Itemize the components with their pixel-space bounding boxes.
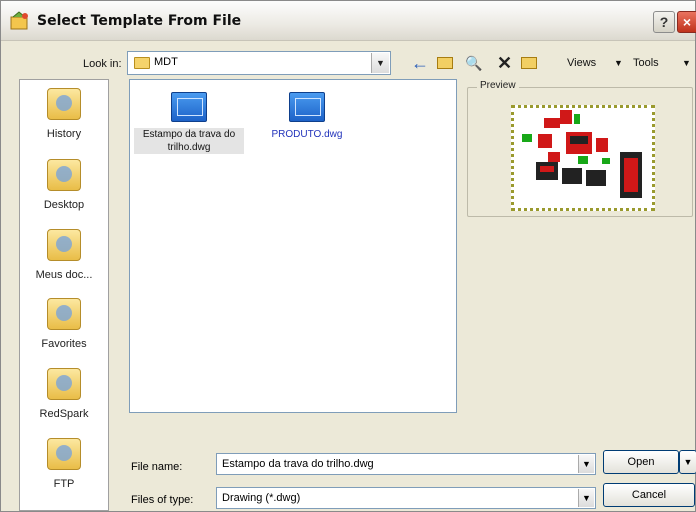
open-button[interactable]: Open xyxy=(603,450,679,474)
file-name-combo[interactable]: Estampo da trava do trilho.dwg ▼ xyxy=(216,453,596,475)
history-icon xyxy=(47,88,81,120)
look-in-dropdown[interactable]: MDT ▼ xyxy=(127,51,391,75)
search-web-icon[interactable]: 🔍 xyxy=(465,54,482,72)
close-button[interactable]: × xyxy=(677,11,696,33)
dialog-title: Select Template From File xyxy=(37,13,242,29)
title-bar: Select Template From File ? × xyxy=(1,1,696,41)
place-desktop[interactable]: Desktop xyxy=(20,159,108,211)
file-list[interactable]: Estampo da trava do trilho.dwg PRODUTO.d… xyxy=(129,79,457,413)
drawing-preview-image xyxy=(522,110,642,198)
views-dropdown-icon[interactable]: ▼ xyxy=(614,54,623,72)
views-menu[interactable]: Views xyxy=(567,54,596,72)
files-of-type-value: Drawing (*.dwg) xyxy=(222,492,301,504)
places-bar: History Desktop Meus doc... Favorites Re… xyxy=(19,79,109,511)
preview-label: Preview xyxy=(477,80,519,91)
file-name: PRODUTO.dwg xyxy=(271,129,343,140)
place-label: Meus doc... xyxy=(35,269,93,281)
chevron-down-icon[interactable]: ▼ xyxy=(578,455,594,473)
file-name: Estampo da trava do trilho.dwg xyxy=(134,128,244,154)
tools-dropdown-icon[interactable]: ▼ xyxy=(682,54,691,72)
template-app-icon xyxy=(10,11,28,30)
select-template-dialog: Select Template From File ? × Look in: M… xyxy=(0,0,696,512)
dwg-file-icon xyxy=(289,92,325,122)
chevron-down-icon[interactable]: ▼ xyxy=(371,53,389,73)
place-label: History xyxy=(46,128,82,140)
delete-icon[interactable]: ✕ xyxy=(497,54,512,72)
open-options-dropdown[interactable]: ▼ xyxy=(679,450,696,474)
redspark-icon xyxy=(47,368,81,400)
place-my-documents[interactable]: Meus doc... xyxy=(20,229,108,281)
place-ftp[interactable]: FTP xyxy=(20,438,108,490)
place-label: Favorites xyxy=(41,338,87,350)
files-of-type-combo[interactable]: Drawing (*.dwg) ▼ xyxy=(216,487,596,509)
dwg-file-icon xyxy=(171,92,207,122)
place-favorites[interactable]: Favorites xyxy=(20,298,108,350)
up-one-level-icon[interactable] xyxy=(437,54,455,72)
place-redspark[interactable]: RedSpark xyxy=(20,368,108,420)
help-button[interactable]: ? xyxy=(653,11,675,33)
desktop-icon xyxy=(47,159,81,191)
preview-thumbnail xyxy=(511,105,655,211)
file-name-label: File name: xyxy=(131,461,183,473)
file-item[interactable]: Estampo da trava do trilho.dwg xyxy=(134,92,244,154)
ftp-icon xyxy=(47,438,81,470)
place-label: RedSpark xyxy=(39,408,89,420)
folder-icon xyxy=(134,57,150,69)
chevron-down-icon[interactable]: ▼ xyxy=(578,489,594,507)
cancel-button[interactable]: Cancel xyxy=(603,483,695,507)
look-in-label: Look in: xyxy=(83,58,122,70)
back-arrow-icon[interactable]: ← xyxy=(411,54,429,72)
place-history[interactable]: History xyxy=(20,88,108,140)
my-documents-icon xyxy=(47,229,81,261)
look-in-value: MDT xyxy=(154,56,178,68)
new-folder-icon[interactable] xyxy=(521,54,539,72)
place-label: FTP xyxy=(53,478,75,490)
file-item[interactable]: PRODUTO.dwg xyxy=(252,92,362,141)
file-name-value[interactable]: Estampo da trava do trilho.dwg xyxy=(222,458,374,470)
place-label: Desktop xyxy=(43,199,85,211)
tools-menu[interactable]: Tools xyxy=(633,54,659,72)
files-of-type-label: Files of type: xyxy=(131,494,194,506)
favorites-icon xyxy=(47,298,81,330)
